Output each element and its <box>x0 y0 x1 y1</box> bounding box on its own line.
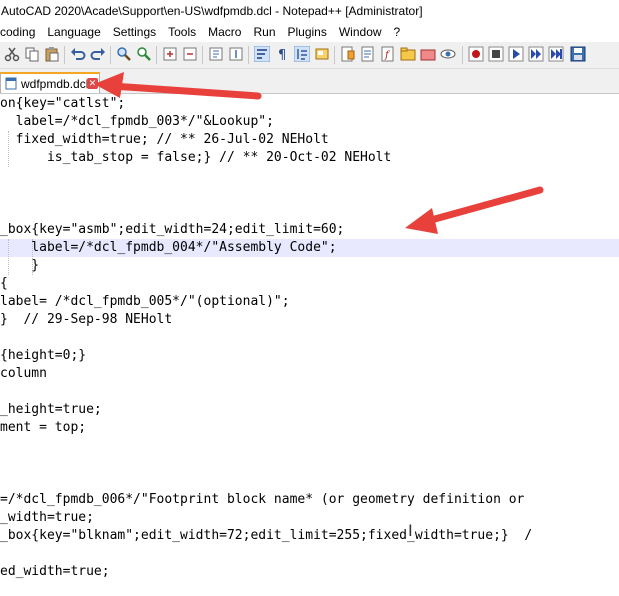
annotation-arrows <box>94 72 544 234</box>
arrow-to-code <box>405 186 544 234</box>
arrow-to-tab <box>94 72 262 100</box>
